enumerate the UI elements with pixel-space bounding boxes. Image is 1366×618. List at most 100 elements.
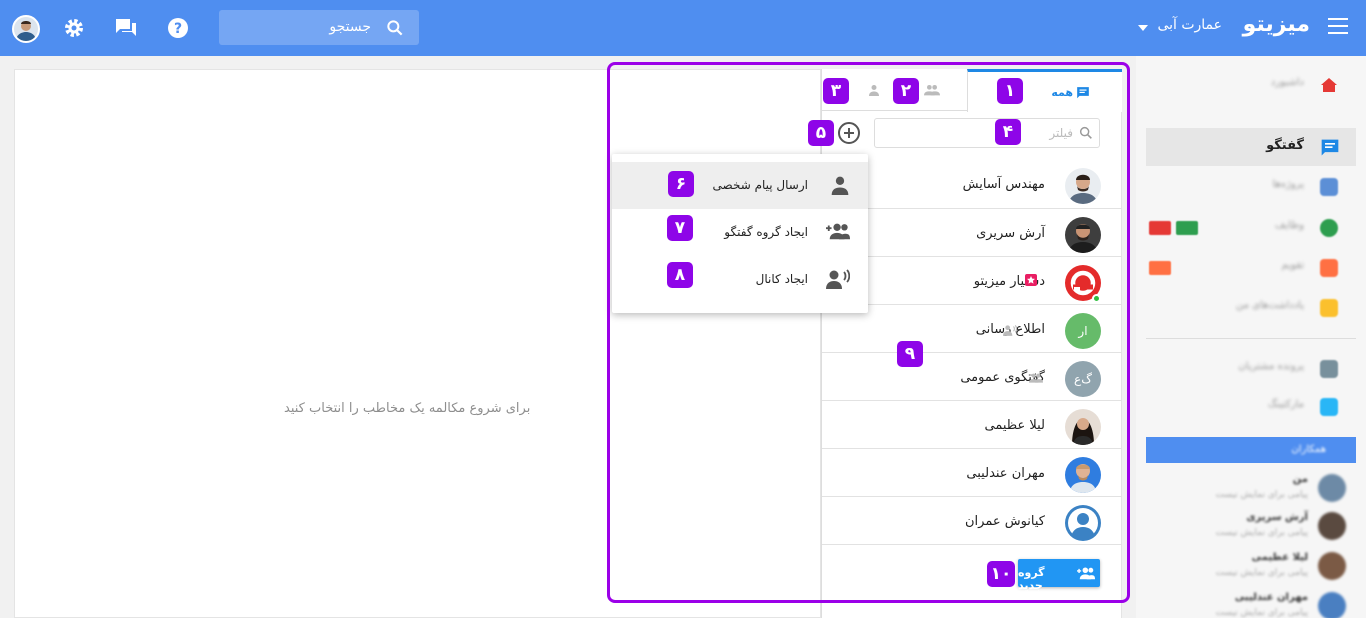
app-sidebar: داشبورد گفتگو پروژه‌ها وظایف تقویم یاددا… xyxy=(1136,56,1366,618)
group-add-icon xyxy=(826,222,850,243)
marker-8: ۸ xyxy=(667,262,693,288)
user-avatar[interactable] xyxy=(12,15,40,43)
avatar xyxy=(1065,457,1101,493)
avatar xyxy=(1065,409,1101,445)
new-conversation-menu: ارسال پیام شخصی ایجاد گروه گفتگو ایجاد ک… xyxy=(612,154,868,313)
conversation-panel xyxy=(14,69,821,618)
marker-7: ۷ xyxy=(667,215,693,241)
app-brand[interactable]: میزیتو xyxy=(1243,12,1310,37)
contact-name: لیلا عظیمی xyxy=(984,418,1045,433)
sidebar-item-calendar[interactable]: تقویم xyxy=(1146,249,1356,287)
avatar xyxy=(1065,505,1101,541)
gear-icon[interactable] xyxy=(62,16,86,40)
online-indicator xyxy=(1092,294,1101,303)
search-icon xyxy=(1078,125,1094,144)
channel-icon xyxy=(1003,324,1018,339)
contact-row[interactable]: لیلا عظیمی xyxy=(822,400,1122,448)
menu-item-label: ایجاد گروه گفتگو xyxy=(724,225,808,239)
menu-item-create-channel[interactable]: ایجاد کانال xyxy=(612,256,868,303)
contact-name: مهران عندلیبی xyxy=(966,466,1045,481)
menu-item-create-group[interactable]: ایجاد گروه گفتگو xyxy=(612,209,868,256)
add-circle-icon[interactable] xyxy=(838,122,860,144)
group-icon xyxy=(1029,372,1043,386)
count-badge xyxy=(1149,221,1171,235)
contact-row[interactable]: کیانوش عمران xyxy=(822,496,1122,544)
chat-bubbles-icon[interactable] xyxy=(114,16,138,40)
count-badge xyxy=(1149,261,1171,275)
sidebar-item-notes[interactable]: یادداشت‌های من xyxy=(1146,289,1356,327)
recent-chat-name: آرش سریری xyxy=(1246,512,1308,523)
sidebar-item-dashboard[interactable]: داشبورد xyxy=(1146,66,1356,104)
marker-3: ۳ xyxy=(823,78,849,104)
group-icon xyxy=(924,84,940,99)
avatar xyxy=(1318,592,1346,618)
contacts-panel: همه فیلتر مهندس آسایش آرش سریری دستیار م… xyxy=(821,69,1122,618)
recent-chat-item[interactable]: آرش سریری پیامی برای نمایش نیست xyxy=(1146,508,1356,546)
sidebar-item-label: مارکتینگ xyxy=(1268,399,1304,410)
sidebar-item-tasks[interactable]: وظایف xyxy=(1146,209,1356,247)
filter-input[interactable]: فیلتر xyxy=(874,118,1100,148)
hamburger-menu-icon[interactable] xyxy=(1328,18,1348,34)
recent-chat-preview: پیامی برای نمایش نیست xyxy=(1215,490,1308,500)
sidebar-item-chat[interactable]: گفتگو xyxy=(1146,128,1356,166)
count-badge xyxy=(1176,221,1198,235)
search-placeholder: جستجو xyxy=(329,19,371,35)
svg-text:?: ? xyxy=(174,21,182,37)
chevron-down-icon[interactable] xyxy=(1138,25,1148,31)
recent-chat-item[interactable]: لیلا عظیمی پیامی برای نمایش نیست xyxy=(1146,548,1356,586)
marker-9: ۹ xyxy=(897,341,923,367)
contact-name: آرش سریری xyxy=(976,226,1045,241)
avatar: ار xyxy=(1065,313,1101,349)
notes-icon xyxy=(1320,299,1338,317)
search-input[interactable]: جستجو xyxy=(219,10,419,45)
top-bar: میزیتو عمارت آبی جستجو ? xyxy=(0,0,1366,56)
empty-state-message: برای شروع مکالمه یک مخاطب را انتخاب کنید xyxy=(284,401,531,416)
tab-all-label: همه xyxy=(1051,86,1073,99)
new-group-button[interactable]: گروه جدید xyxy=(1018,559,1100,592)
sidebar-item-label: پرونده مشتریان xyxy=(1238,361,1304,372)
recent-chat-name: من xyxy=(1292,474,1308,485)
contact-row[interactable]: مهران عندلیبی xyxy=(822,448,1122,496)
new-group-label: گروه جدید xyxy=(1018,566,1045,592)
marker-10: ۱۰ xyxy=(987,561,1015,587)
sidebar-item-projects[interactable]: پروژه‌ها xyxy=(1146,168,1356,206)
message-icon xyxy=(1076,86,1090,103)
avatar xyxy=(1318,512,1346,540)
marker-5: ۵ xyxy=(808,120,834,146)
contact-name: کیانوش عمران xyxy=(964,514,1045,529)
channel-icon xyxy=(826,269,851,292)
menu-item-label: ایجاد کانال xyxy=(755,272,808,286)
sidebar-item-label: پروژه‌ها xyxy=(1272,179,1304,190)
tab-all[interactable]: همه xyxy=(967,69,1122,112)
marker-2: ۲ xyxy=(893,78,919,104)
filter-placeholder: فیلتر xyxy=(1049,126,1073,140)
avatar xyxy=(1318,552,1346,580)
contact-row[interactable]: گ‌ع گفتگوی عمومی xyxy=(822,352,1122,400)
projects-icon xyxy=(1320,178,1338,196)
contact-name: مهندس آسایش xyxy=(962,177,1045,192)
bot-badge-icon xyxy=(1025,274,1037,289)
menu-item-send-personal-message[interactable]: ارسال پیام شخصی xyxy=(612,162,868,209)
avatar xyxy=(1318,474,1346,502)
person-icon xyxy=(868,84,880,99)
sidebar-item-label: داشبورد xyxy=(1270,77,1304,88)
search-icon xyxy=(385,18,405,41)
person-icon xyxy=(830,175,850,198)
recent-chat-name: لیلا عظیمی xyxy=(1251,552,1308,563)
sidebar-item-customers[interactable]: پرونده مشتریان xyxy=(1146,350,1356,388)
divider xyxy=(1146,338,1356,339)
customers-icon xyxy=(1320,360,1338,378)
help-icon[interactable]: ? xyxy=(166,16,190,40)
tasks-icon xyxy=(1320,219,1338,237)
marketing-icon xyxy=(1320,398,1338,416)
group-add-icon xyxy=(1077,566,1095,583)
recent-chat-item[interactable]: مهران عندلیبی پیامی برای نمایش نیست xyxy=(1146,588,1356,618)
sidebar-item-marketing[interactable]: مارکتینگ xyxy=(1146,388,1356,426)
avatar xyxy=(1065,217,1101,253)
org-selector[interactable]: عمارت آبی xyxy=(1157,17,1222,33)
message-icon xyxy=(1320,138,1339,156)
recent-chat-preview: پیامی برای نمایش نیست xyxy=(1215,608,1308,618)
recent-chat-item[interactable]: من پیامی برای نمایش نیست xyxy=(1146,470,1356,508)
marker-1: ۱ xyxy=(997,78,1023,104)
sidebar-item-label: تقویم xyxy=(1281,260,1304,271)
